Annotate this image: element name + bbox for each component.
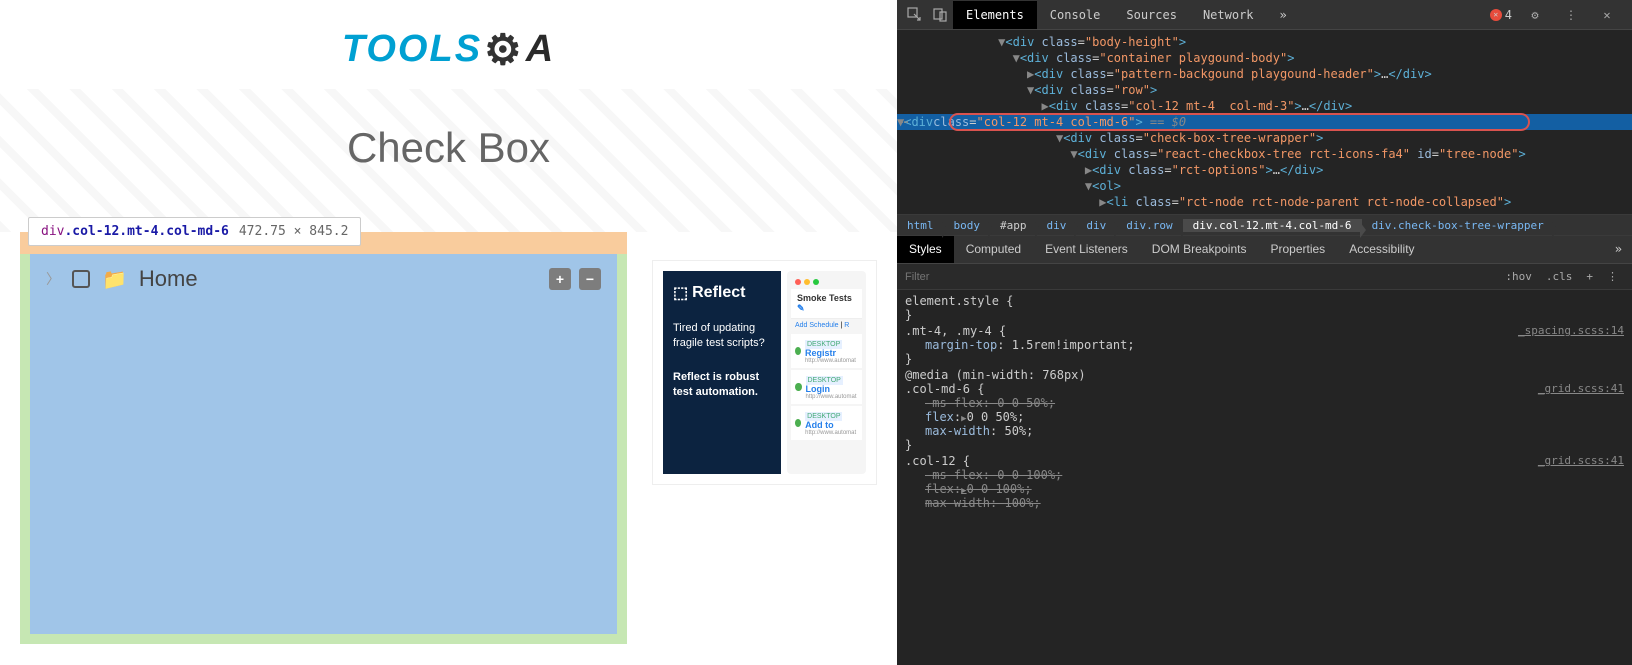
css-property[interactable]: max-width: 50%; — [905, 424, 1624, 438]
inspect-element-icon[interactable] — [901, 2, 927, 28]
reflect-icon: ⬚ — [673, 283, 688, 303]
tooltip-classes: .col-12.mt-4.col-md-6 — [64, 224, 228, 239]
tab-event-listeners[interactable]: Event Listeners — [1033, 236, 1140, 263]
styles-more-icon[interactable]: ⋮ — [1601, 268, 1624, 285]
styles-tabs-overflow-icon[interactable]: » — [1605, 236, 1632, 263]
tooltip-dimensions: 472.75 × 845.2 — [239, 224, 349, 239]
page-viewport: TOOLS⚙A Check Box div.col-12.mt-4.col-md… — [0, 0, 897, 665]
new-style-rule-icon[interactable]: + — [1580, 268, 1599, 285]
tab-elements[interactable]: Elements — [953, 1, 1037, 29]
css-property-overridden[interactable]: max-width: 100%; — [905, 496, 1624, 510]
media-query: @media (min-width: 768px) — [905, 368, 1624, 382]
more-menu-icon[interactable]: ⋮ — [1558, 2, 1584, 28]
logo-header: TOOLS⚙A — [0, 0, 897, 89]
gear-icon: ⚙ — [484, 25, 524, 74]
styles-tab-bar: Styles Computed Event Listeners DOM Brea… — [897, 236, 1632, 264]
crumb-row[interactable]: div.row — [1116, 219, 1182, 232]
rule-source-link[interactable]: _grid.scss:41 — [1538, 454, 1624, 468]
ad-preview: Smoke Tests ✎ Add Schedule | R DESKTOP R… — [787, 271, 866, 474]
ad-item: DESKTOP Registrhttp://www.automat — [791, 334, 862, 368]
rule-selector[interactable]: .col-md-6 { — [905, 382, 984, 396]
breadcrumb: html body #app div div div.row div.col-1… — [897, 214, 1632, 236]
logo-text-qa: A — [526, 28, 555, 71]
ad-item: DESKTOP Add tohttp://www.automat — [791, 406, 862, 440]
tab-console[interactable]: Console — [1037, 1, 1114, 29]
crumb-div[interactable]: div — [1076, 219, 1116, 232]
crumb-html[interactable]: html — [897, 219, 944, 232]
dom-tree[interactable]: ▼<div class="body-height"> ▼<div class="… — [897, 30, 1632, 214]
devtools-panel: Elements Console Sources Network » ✕4 ⚙ … — [897, 0, 1632, 665]
ad-text-2: Reflect is robust test automation. — [673, 370, 771, 401]
ad-item: DESKTOP Loginhttp://www.automat — [791, 370, 862, 404]
tab-styles[interactable]: Styles — [897, 236, 954, 263]
tree-node-label: Home — [139, 266, 198, 292]
tab-properties[interactable]: Properties — [1258, 236, 1337, 263]
hov-toggle[interactable]: :hov — [1499, 268, 1538, 285]
css-property[interactable]: margin-top: 1.5rem!important; — [905, 338, 1624, 352]
settings-gear-icon[interactable]: ⚙ — [1522, 2, 1548, 28]
chevron-right-icon[interactable]: 〉 — [46, 269, 60, 289]
crumb-body[interactable]: body — [944, 219, 991, 232]
tab-accessibility[interactable]: Accessibility — [1337, 236, 1426, 263]
highlight-margin: 〉 📁 Home + − — [20, 232, 627, 644]
tooltip-tag: div — [41, 224, 64, 239]
collapse-all-button[interactable]: − — [579, 268, 601, 290]
tabs-overflow-icon[interactable]: » — [1267, 1, 1300, 29]
dom-selected-node[interactable]: ⋯ ▼<div class="col-12 mt-4 col-md-6"> ==… — [897, 114, 1632, 130]
rule-selector[interactable]: .mt-4, .my-4 { — [905, 324, 1006, 338]
rule-selector[interactable]: element.style { — [905, 294, 1624, 308]
ad-preview-header: Smoke Tests ✎ — [791, 289, 862, 319]
css-property-overridden[interactable]: -ms-flex: 0 0 50%; — [905, 396, 1624, 410]
rule-selector[interactable]: .col-12 { — [905, 454, 970, 468]
ad-logo: ⬚Reflect — [673, 283, 771, 303]
content-row: 〉 📁 Home + − — [0, 232, 897, 644]
tab-sources[interactable]: Sources — [1113, 1, 1190, 29]
ad-panel-left: ⬚Reflect Tired of updating fragile test … — [663, 271, 781, 474]
highlight-padding: 〉 📁 Home + − — [20, 254, 627, 644]
devtools-toolbar: Elements Console Sources Network » ✕4 ⚙ … — [897, 0, 1632, 30]
logo-text-tools: TOOLS — [342, 28, 482, 71]
tab-dom-breakpoints[interactable]: DOM Breakpoints — [1140, 236, 1259, 263]
ad-add-schedule: Add Schedule — [795, 322, 839, 329]
ad-widget[interactable]: ⬚Reflect Tired of updating fragile test … — [652, 260, 877, 485]
expand-all-button[interactable]: + — [549, 268, 571, 290]
highlight-content: 〉 📁 Home + − — [30, 254, 617, 634]
styles-filter-input[interactable] — [905, 271, 1499, 283]
styles-filter-row: :hov .cls + ⋮ — [897, 264, 1632, 290]
crumb-wrapper[interactable]: div.check-box-tree-wrapper — [1362, 219, 1554, 232]
tree-node-home[interactable]: 〉 📁 Home + − — [46, 266, 601, 292]
rule-source-link[interactable]: _grid.scss:41 — [1538, 382, 1624, 396]
inspector-tooltip: div.col-12.mt-4.col-md-6 472.75 × 845.2 — [28, 217, 361, 246]
rule-source-link[interactable]: _spacing.scss:14 — [1518, 324, 1624, 338]
ad-text-1: Tired of updating fragile test scripts? — [673, 321, 771, 352]
css-property-overridden[interactable]: -ms-flex: 0 0 100%; — [905, 468, 1624, 482]
error-dot-icon: ✕ — [1490, 9, 1502, 21]
crumb-div[interactable]: div — [1037, 219, 1077, 232]
page-title: Check Box — [0, 109, 897, 202]
crumb-app[interactable]: #app — [990, 219, 1037, 232]
tab-network[interactable]: Network — [1190, 1, 1267, 29]
css-property[interactable]: flex:▶0 0 50%; — [905, 410, 1624, 424]
error-count-badge[interactable]: ✕4 — [1490, 8, 1512, 22]
cls-toggle[interactable]: .cls — [1540, 268, 1579, 285]
tab-computed[interactable]: Computed — [954, 236, 1033, 263]
css-property-overridden[interactable]: flex:▶0 0 100%; — [905, 482, 1624, 496]
pattern-background: Check Box — [0, 89, 897, 232]
checkbox-unchecked-icon[interactable] — [72, 270, 90, 288]
window-dots-icon — [791, 275, 862, 289]
styles-pane[interactable]: element.style { } .mt-4, .my-4 {_spacing… — [897, 290, 1632, 665]
toolsqa-logo[interactable]: TOOLS⚙A — [342, 25, 555, 74]
close-icon[interactable]: ✕ — [1594, 2, 1620, 28]
device-toolbar-icon[interactable] — [927, 2, 953, 28]
folder-icon: 📁 — [102, 267, 127, 292]
crumb-selected[interactable]: div.col-12.mt-4.col-md-6 — [1183, 219, 1362, 232]
